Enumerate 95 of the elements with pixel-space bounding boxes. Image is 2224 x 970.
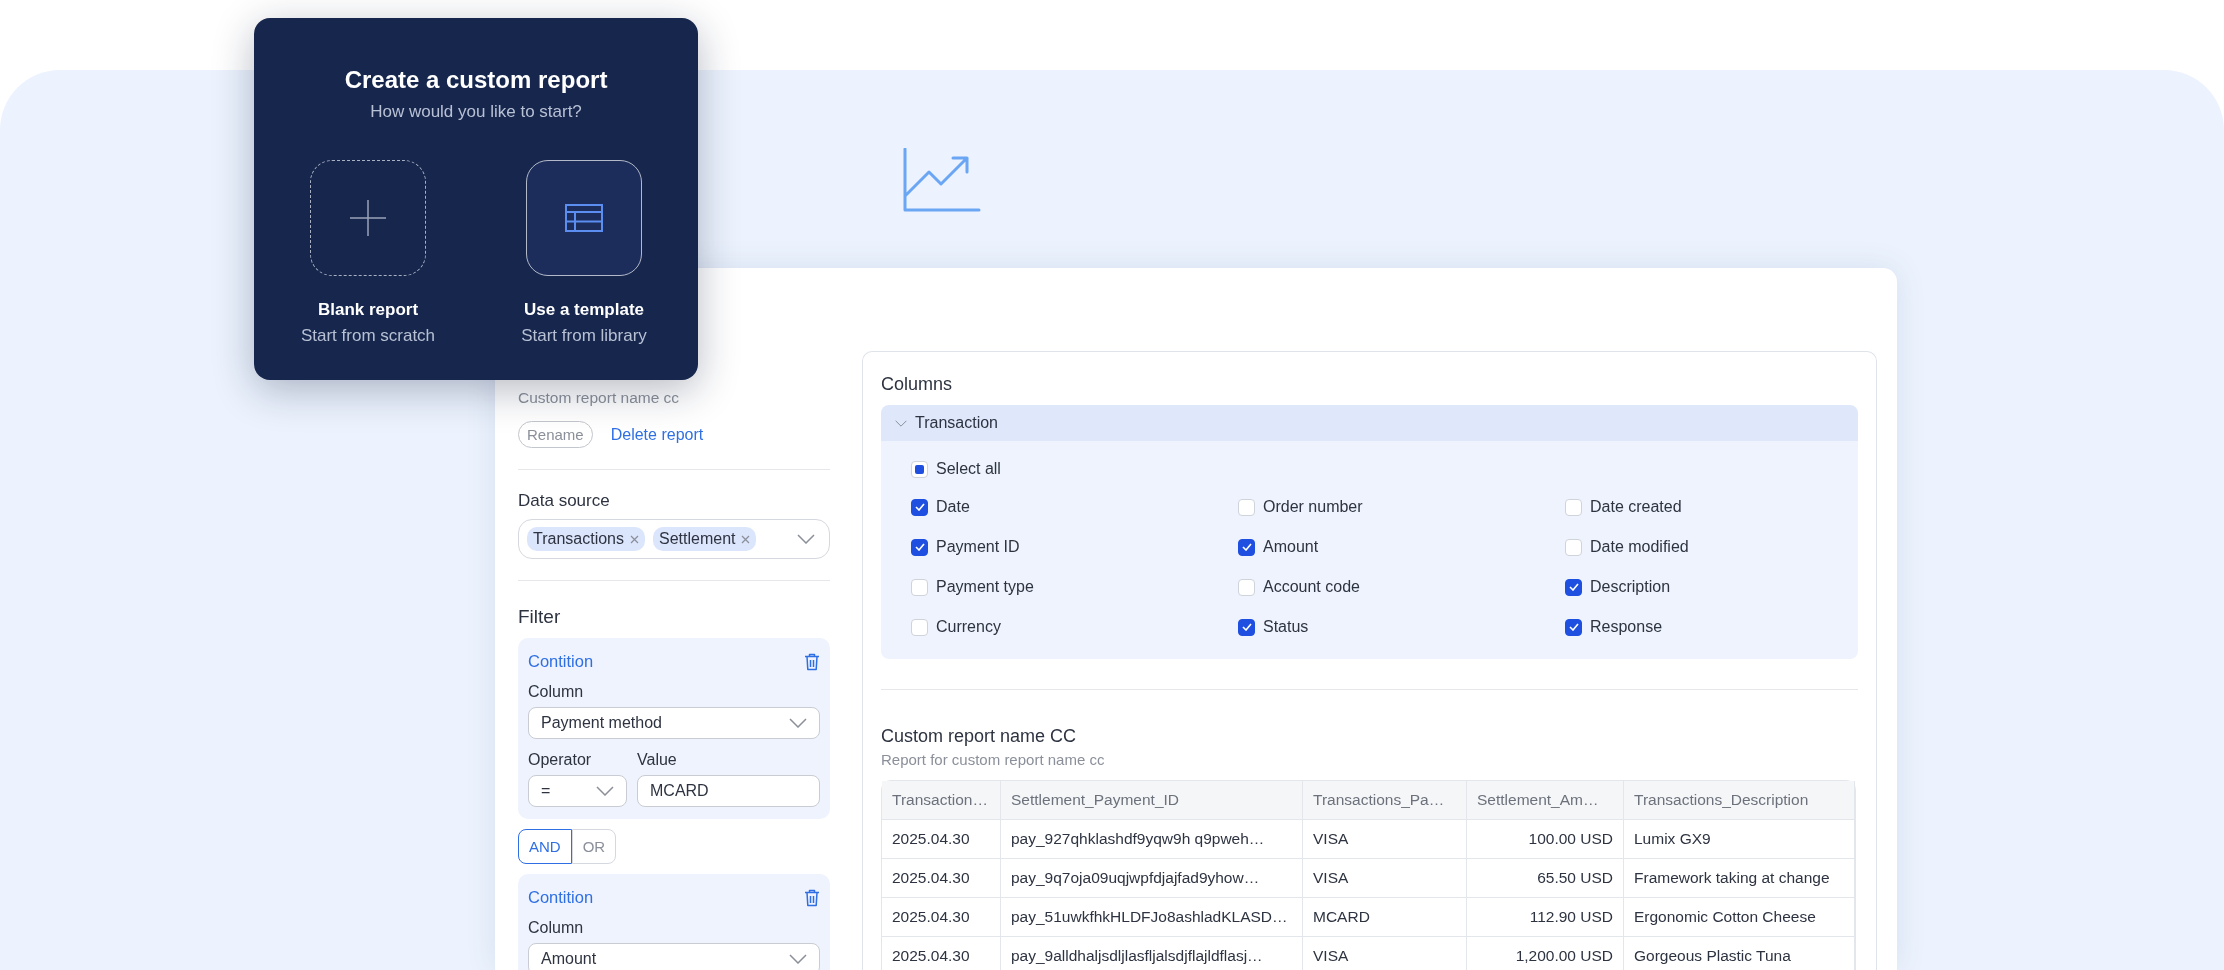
- checkbox[interactable]: [1238, 618, 1255, 636]
- report-subtitle: Report for custom report name cc: [881, 751, 1105, 768]
- blank-report-tile[interactable]: [310, 160, 426, 276]
- report-name: Custom report name cc: [518, 389, 680, 407]
- table-cell: 1,200.00 USD: [1467, 937, 1624, 970]
- checkbox[interactable]: [911, 498, 928, 516]
- close-icon[interactable]: [630, 534, 639, 544]
- checkbox-label: Currency: [936, 618, 1001, 636]
- plus-icon: [350, 200, 386, 236]
- source-tag[interactable]: Transactions: [527, 527, 645, 551]
- value-input[interactable]: MCARD: [637, 775, 820, 807]
- check-icon: [1241, 623, 1252, 631]
- group-header[interactable]: Transaction: [881, 405, 1858, 441]
- check-icon: [1568, 623, 1579, 631]
- checkbox-label: Select all: [936, 460, 1001, 478]
- checkbox-label: Payment ID: [936, 538, 1020, 556]
- option-caption: Start from scratch: [300, 326, 436, 346]
- table-cell: 2025.04.30: [882, 820, 1001, 859]
- trend-up-icon: [903, 148, 981, 212]
- chevron-down-icon: [895, 419, 907, 427]
- checkbox[interactable]: [911, 538, 928, 556]
- check-icon: [1241, 543, 1252, 551]
- section-title: Filter: [518, 606, 561, 628]
- logic-toggle[interactable]: OR: [571, 829, 617, 864]
- table-cell: 65.50 USD: [1467, 859, 1624, 898]
- check-icon: [914, 543, 925, 551]
- table-cell: 2025.04.30: [882, 898, 1001, 937]
- trash-icon[interactable]: [804, 888, 820, 907]
- popup-subtitle: How would you like to start?: [370, 102, 582, 122]
- column-header[interactable]: Settlement_Payment_ID: [1001, 781, 1303, 820]
- trash-icon[interactable]: [804, 652, 820, 671]
- table-cell: 112.90 USD: [1467, 898, 1624, 937]
- checkbox-label: Payment type: [936, 578, 1034, 596]
- field-label: Operator: [528, 751, 593, 769]
- condition-title: Contition: [528, 652, 594, 671]
- table-cell: Ergonomic Cotton Cheese: [1624, 898, 1855, 937]
- checkbox[interactable]: [1565, 618, 1582, 636]
- field-label: Value: [637, 751, 678, 769]
- table-cell: Framework taking at change: [1624, 859, 1855, 898]
- popup-title: Create a custom report: [344, 66, 608, 94]
- table-cell: Gorgeous Plastic Tuna: [1624, 937, 1855, 970]
- chevron-down-icon: [797, 534, 815, 544]
- option-caption: Start from library: [521, 326, 647, 346]
- rename-button[interactable]: Rename: [518, 421, 593, 448]
- checkbox[interactable]: [1238, 538, 1255, 556]
- checkbox-label: Response: [1590, 618, 1663, 636]
- source-tag[interactable]: Settlement: [653, 527, 757, 551]
- column-select[interactable]: Amount: [528, 943, 820, 970]
- data-source-select[interactable]: Transactions Settlement: [518, 519, 830, 559]
- checkbox-label: Date modified: [1590, 538, 1689, 556]
- table-cell: 2025.04.30: [882, 937, 1001, 970]
- section-label: Data source: [518, 491, 610, 511]
- table-cell: pay_9q7oja09uqjwpfdjajfad9yhow…: [1001, 859, 1303, 898]
- checkbox-label: Account code: [1263, 578, 1360, 596]
- table-icon: [565, 204, 603, 232]
- checkbox-label: Description: [1590, 578, 1671, 596]
- table-cell: Lumix GX9: [1624, 820, 1855, 859]
- panel-title: Columns: [881, 374, 953, 395]
- operator-select[interactable]: =: [528, 775, 627, 807]
- checkbox-label: Date created: [1590, 498, 1682, 516]
- group-label: Transaction: [915, 414, 998, 432]
- table-cell: pay_9alldhaljsdljlasfljalsdjflajldflasj…: [1001, 937, 1303, 970]
- option-label: Blank report: [317, 300, 419, 320]
- table-cell: 100.00 USD: [1467, 820, 1624, 859]
- report-title: Custom report name CC: [881, 726, 1077, 747]
- table-cell: VISA: [1303, 859, 1467, 898]
- table-cell: VISA: [1303, 820, 1467, 859]
- table-cell: 2025.04.30: [882, 859, 1001, 898]
- checkbox-label: Date: [936, 498, 970, 516]
- check-icon: [1568, 583, 1579, 591]
- chevron-down-icon: [596, 786, 614, 796]
- column-select[interactable]: Payment method: [528, 707, 820, 739]
- logic-toggle[interactable]: AND: [518, 829, 572, 864]
- option-label: Use a template: [524, 300, 644, 320]
- delete-report-link[interactable]: Delete report: [610, 425, 704, 444]
- field-label: Column: [528, 683, 585, 701]
- chevron-down-icon: [789, 718, 807, 728]
- checkbox-label: Order number: [1263, 498, 1363, 516]
- table-cell: pay_927qhklashdf9yqw9h q9pweh…: [1001, 820, 1303, 859]
- checkbox-label: Status: [1263, 618, 1309, 636]
- column-header[interactable]: Transaction…: [882, 781, 1001, 820]
- check-icon: [914, 503, 925, 511]
- checkbox-label: Amount: [1263, 538, 1319, 556]
- table-cell: pay_51uwkfhkHLDFJo8ashladKLASD…: [1001, 898, 1303, 937]
- column-header[interactable]: Settlement_Am…: [1467, 781, 1624, 820]
- condition-title: Contition: [528, 888, 594, 907]
- field-label: Column: [528, 919, 585, 937]
- table-cell: MCARD: [1303, 898, 1467, 937]
- table-cell: VISA: [1303, 937, 1467, 970]
- column-header[interactable]: Transactions_Description: [1624, 781, 1855, 820]
- column-header[interactable]: Transactions_Pa…: [1303, 781, 1467, 820]
- template-tile[interactable]: [526, 160, 642, 276]
- checkbox[interactable]: [1565, 578, 1582, 596]
- close-icon[interactable]: [741, 534, 751, 544]
- chevron-down-icon: [789, 954, 807, 964]
